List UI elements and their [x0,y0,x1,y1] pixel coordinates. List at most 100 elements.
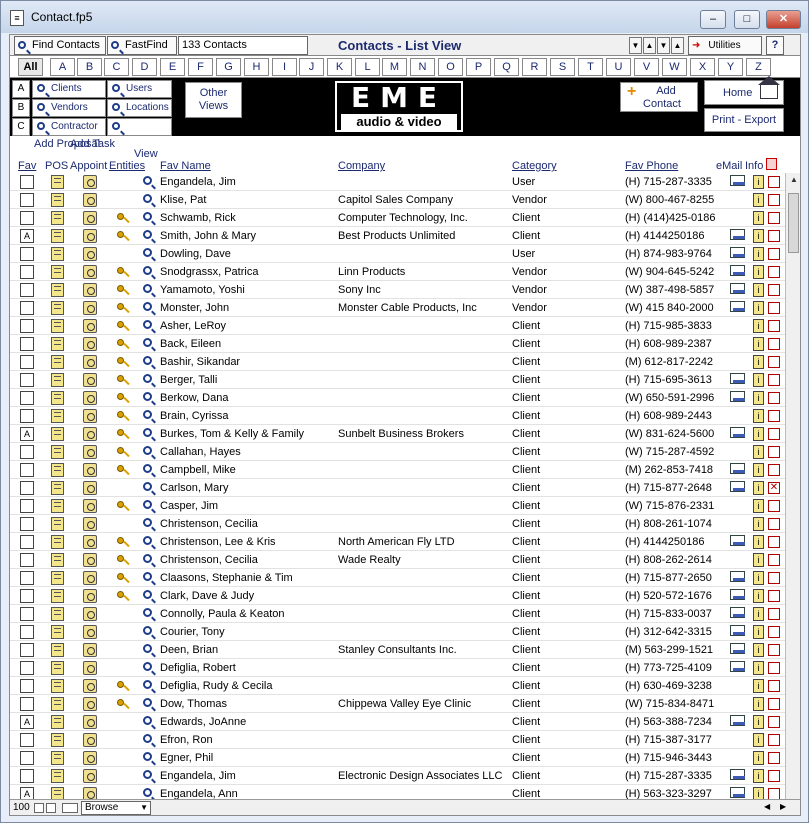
delete-checkbox[interactable] [768,590,780,602]
info-icon[interactable]: i [753,787,764,799]
info-icon[interactable]: i [753,319,764,333]
scroll-left-icon[interactable]: ◀ [764,802,770,811]
fav-checkbox[interactable]: A [20,229,34,243]
delete-checkbox[interactable] [768,788,780,799]
add-proposal-icon[interactable] [51,517,64,531]
fav-checkbox[interactable] [20,607,34,621]
add-proposal-icon[interactable] [51,409,64,423]
delete-checkbox[interactable] [768,374,780,386]
delete-checkbox[interactable] [768,248,780,260]
email-icon[interactable] [730,283,745,294]
info-icon[interactable]: i [753,355,764,369]
info-icon[interactable]: i [753,661,764,675]
fav-checkbox[interactable] [20,193,34,207]
email-icon[interactable] [730,769,745,780]
email-icon[interactable] [730,643,745,654]
add-proposal-icon[interactable] [51,571,64,585]
filter-letter-c[interactable]: C [12,118,30,136]
minimize-button[interactable]: – [700,10,726,29]
status-area-icon[interactable] [62,803,78,813]
add-appointment-icon[interactable] [83,607,97,621]
view-search-icon[interactable] [143,374,152,383]
filter-letter-i[interactable]: I [272,58,297,76]
table-row[interactable]: Deen, Brian Stanley Consultants Inc. Clien… [10,641,785,659]
filter-letter-a[interactable]: A [50,58,75,76]
filter-letter-p[interactable]: P [466,58,491,76]
filter-letter-s[interactable]: S [550,58,575,76]
fav-checkbox[interactable] [20,517,34,531]
add-appointment-icon[interactable] [83,265,97,279]
fastfind-button[interactable]: FastFind [107,36,177,55]
add-proposal-icon[interactable] [51,391,64,405]
contractor-button[interactable]: Contractor [32,118,106,136]
table-row[interactable]: A Edwards, JoAnne Client (H) 563-388-7234 i [10,713,785,731]
info-icon[interactable]: i [753,643,764,657]
fav-checkbox[interactable] [20,283,34,297]
add-appointment-icon[interactable] [83,751,97,765]
key-icon[interactable] [117,699,124,706]
table-row[interactable]: Courier, Tony Client (H) 312-642-3315 i [10,623,785,641]
table-row[interactable]: Christenson, Lee & Kris North American Fl… [10,533,785,551]
info-icon[interactable]: i [753,283,764,297]
category-column-header[interactable]: Category [512,160,557,172]
add-proposal-icon[interactable] [51,229,64,243]
table-row[interactable]: Brain, Cyrissa Client (H) 608-989-2443 i [10,407,785,425]
view-search-icon[interactable] [143,518,152,527]
add-appointment-icon[interactable] [83,589,97,603]
add-appointment-icon[interactable] [83,283,97,297]
add-proposal-icon[interactable] [51,463,64,477]
add-proposal-icon[interactable] [51,661,64,675]
view-search-icon[interactable] [143,320,152,329]
fav-checkbox[interactable] [20,769,34,783]
delete-checkbox[interactable] [768,680,780,692]
fav-checkbox[interactable] [20,625,34,639]
add-appointment-icon[interactable] [83,769,97,783]
email-icon[interactable] [730,535,745,546]
delete-checkbox[interactable] [768,770,780,782]
add-appointment-icon[interactable] [83,679,97,693]
filter-letter-f[interactable]: F [188,58,213,76]
vertical-scrollbar[interactable]: ▲ [785,173,800,799]
add-proposal-icon[interactable] [51,589,64,603]
fav-checkbox[interactable] [20,337,34,351]
add-appointment-icon[interactable] [83,247,97,261]
add-appointment-icon[interactable] [83,211,97,225]
email-icon[interactable] [730,175,745,186]
info-icon[interactable]: i [753,625,764,639]
table-row[interactable]: Yamamoto, Yoshi Sony Inc Vendor (W) 387-498… [10,281,785,299]
add-appointment-icon[interactable] [83,697,97,711]
view-search-icon[interactable] [143,770,152,779]
key-icon[interactable] [117,429,124,436]
email-icon[interactable] [730,589,745,600]
view-search-icon[interactable] [143,266,152,275]
add-proposal-icon[interactable] [51,733,64,747]
table-row[interactable]: Snodgrassx, Patrica Linn Products Vendor (W… [10,263,785,281]
close-button[interactable]: ✕ [766,10,801,29]
fav-name-column-header[interactable]: Fav Name [160,160,211,172]
clients-button[interactable]: Clients [32,80,106,98]
add-proposal-icon[interactable] [51,607,64,621]
filter-all-button[interactable]: All [18,58,43,76]
view-search-icon[interactable] [143,284,152,293]
view-search-icon[interactable] [143,698,152,707]
info-icon[interactable]: i [753,499,764,513]
add-proposal-icon[interactable] [51,769,64,783]
table-row[interactable]: Christenson, Cecilia Client (H) 808-261-10… [10,515,785,533]
dropdown-arrow-icon[interactable]: ▼ [629,37,642,54]
delete-checkbox[interactable] [768,284,780,296]
delete-checkbox[interactable] [768,626,780,638]
add-appointment-icon[interactable] [83,175,97,189]
info-icon[interactable]: i [753,445,764,459]
delete-checkbox[interactable] [768,752,780,764]
key-icon[interactable] [117,303,124,310]
table-row[interactable]: Monster, John Monster Cable Products, Inc… [10,299,785,317]
delete-checkbox[interactable] [768,716,780,728]
key-icon[interactable] [117,213,124,220]
add-proposal-icon[interactable] [51,697,64,711]
info-icon[interactable]: i [753,607,764,621]
filter-letter-q[interactable]: Q [494,58,519,76]
filter-letter-a[interactable]: A [12,80,30,98]
filter-letter-k[interactable]: K [327,58,352,76]
fav-checkbox[interactable] [20,391,34,405]
filter-letter-u[interactable]: U [606,58,631,76]
